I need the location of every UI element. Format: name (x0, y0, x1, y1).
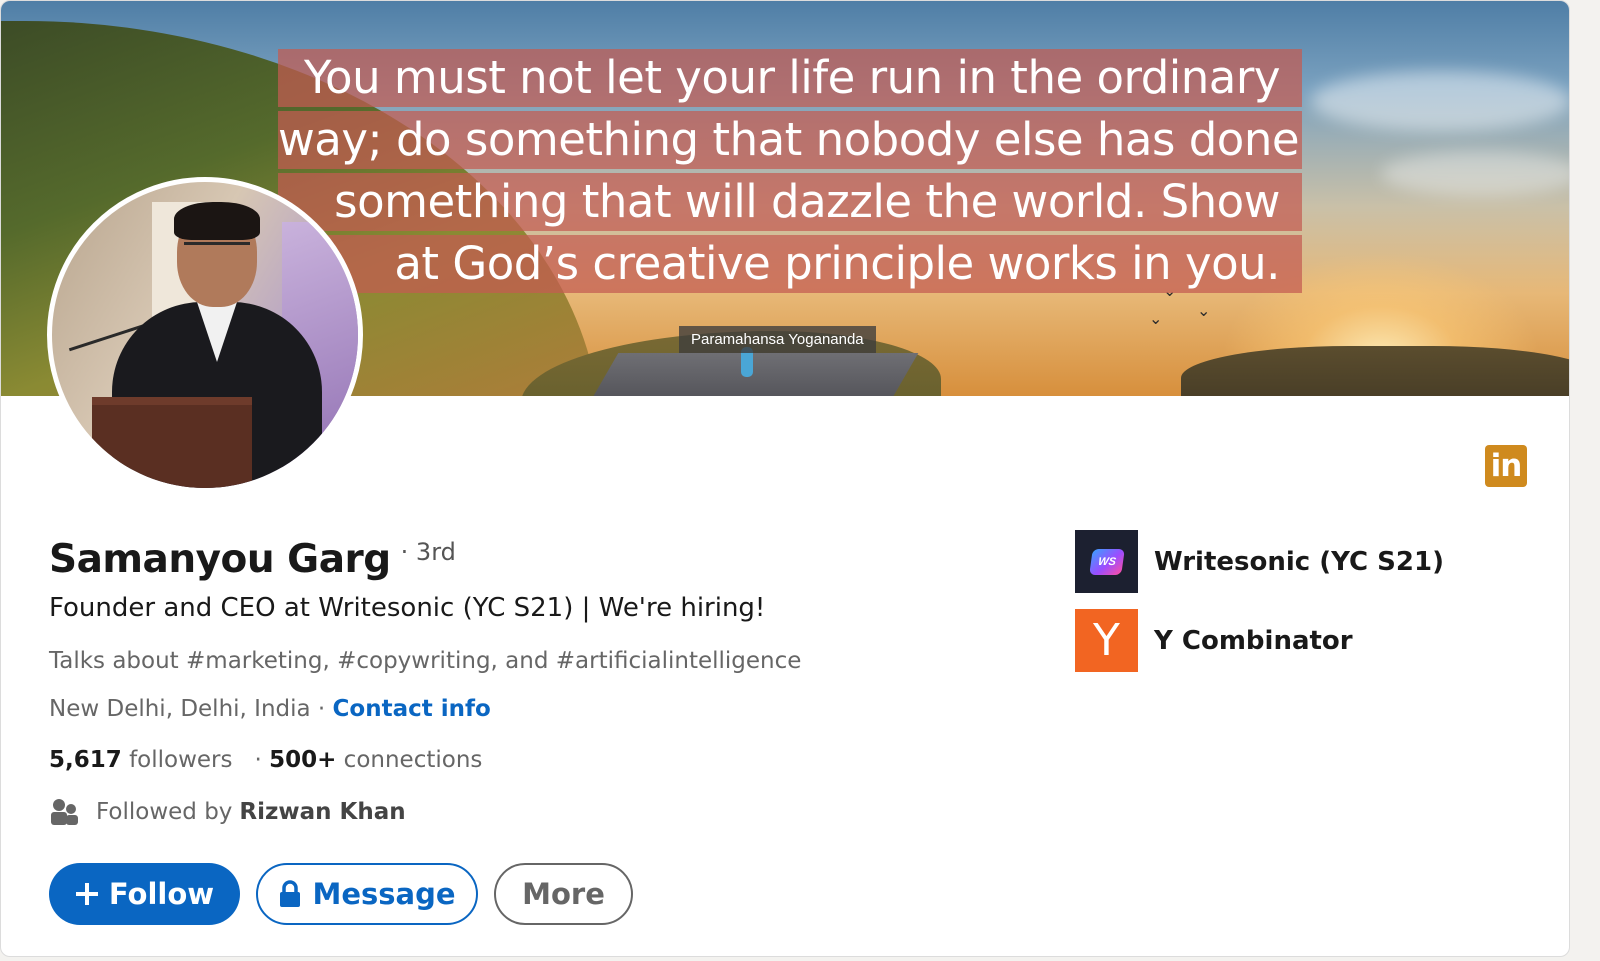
quote-line: something that will dazzle the world. Sh… (278, 173, 1302, 231)
banner-cloud (1311, 71, 1569, 131)
people-icon (51, 799, 78, 825)
talks-about: Talks about #marketing, #copywriting, an… (49, 648, 802, 674)
stats-separator: · (254, 747, 262, 773)
location: New Delhi, Delhi, India · (49, 696, 326, 722)
banner-hill (1181, 346, 1569, 396)
profile-info: Samanyou Garg · 3rd (49, 537, 456, 582)
followed-by-label: Followed by (96, 799, 233, 825)
followed-by[interactable]: Followed by Rizwan Khan (49, 797, 406, 827)
message-button[interactable]: Message (256, 863, 478, 925)
avatar-hair (174, 202, 260, 240)
company-writesonic[interactable]: WS Writesonic (YC S21) (1075, 530, 1444, 593)
avatar-glasses (184, 242, 250, 259)
bird-icon: ⌄ (1197, 303, 1211, 320)
follow-button[interactable]: Follow (49, 863, 240, 925)
follow-label: Follow (108, 877, 215, 911)
avatar[interactable] (47, 177, 363, 493)
followers-count: 5,617 (49, 747, 122, 773)
writesonic-logo-mark: WS (1088, 548, 1125, 575)
quote-line: You must not let your life run in the or… (278, 49, 1302, 107)
more-button[interactable]: More (494, 863, 633, 925)
followers-label[interactable]: followers (129, 747, 232, 773)
plus-icon (75, 882, 99, 906)
banner-cloud (1381, 151, 1569, 196)
company-ycombinator[interactable]: Y Y Combinator (1075, 609, 1353, 672)
profile-card: ⌄ ⌄ ⌄ You must not let your life run in … (0, 0, 1570, 957)
connections-count: 500+ (269, 747, 337, 773)
connection-degree: · 3rd (400, 538, 456, 566)
message-label: Message (312, 877, 456, 911)
quote-author: Paramahansa Yogananda (679, 326, 876, 353)
writesonic-logo-icon: WS (1075, 530, 1138, 593)
banner-quote: You must not let your life run in the or… (278, 49, 1302, 297)
profile-headline: Founder and CEO at Writesonic (YC S21) |… (49, 593, 766, 623)
connections-label[interactable]: connections (344, 747, 483, 773)
quote-line: way; do something that nobody else has d… (278, 111, 1302, 169)
more-label: More (522, 877, 605, 911)
linkedin-icon[interactable]: in (1485, 445, 1527, 487)
location-row: New Delhi, Delhi, India · Contact info (49, 696, 491, 722)
company-name: Writesonic (YC S21) (1154, 546, 1444, 577)
network-stats: 5,617 followers · 500+ connections (49, 747, 482, 773)
ycombinator-logo-icon: Y (1075, 609, 1138, 672)
contact-info-link[interactable]: Contact info (333, 696, 491, 722)
followed-by-name[interactable]: Rizwan Khan (239, 799, 405, 825)
lock-icon (278, 880, 302, 908)
profile-name: Samanyou Garg (49, 537, 391, 582)
name-row: Samanyou Garg · 3rd (49, 537, 456, 582)
quote-line: at God’s creative principle works in you… (278, 235, 1302, 293)
bird-icon: ⌄ (1149, 311, 1163, 328)
avatar-podium (92, 397, 252, 488)
company-name: Y Combinator (1154, 625, 1353, 656)
